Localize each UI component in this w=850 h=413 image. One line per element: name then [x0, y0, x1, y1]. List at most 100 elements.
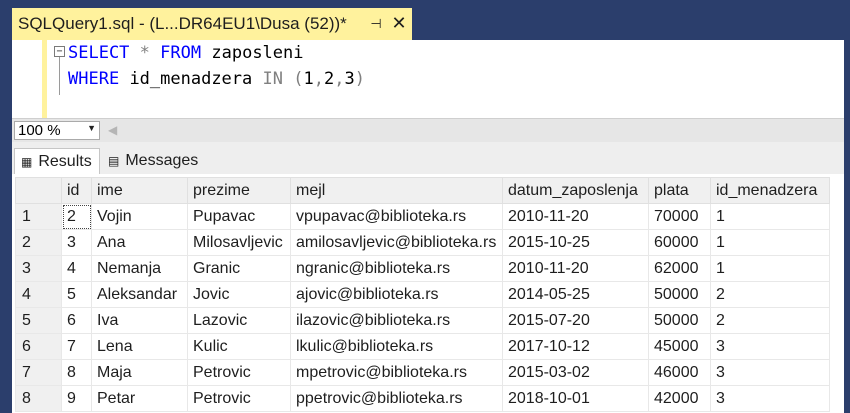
- cell-id[interactable]: 5: [61, 281, 92, 308]
- cell-mejl[interactable]: vpupavac@biblioteka.rs: [290, 203, 503, 230]
- cell-id[interactable]: 7: [61, 333, 92, 360]
- zoom-dropdown[interactable]: 100 % ▼: [14, 121, 100, 140]
- column-header-datum-zaposlenja[interactable]: datum_zaposlenja: [502, 177, 649, 204]
- cell-ime[interactable]: Lena: [91, 333, 188, 360]
- table-row[interactable]: 8 9 Petar Petrovic ppetrovic@biblioteka.…: [15, 385, 830, 412]
- row-number[interactable]: 3: [15, 255, 62, 282]
- cell-prezime[interactable]: Granic: [187, 255, 291, 282]
- cell-mejl[interactable]: mpetrovic@biblioteka.rs: [290, 359, 503, 386]
- cell-id[interactable]: 9: [61, 385, 92, 412]
- document-tab-bar: SQLQuery1.sql - (L...DR64EU1\Dusa (52))*…: [12, 0, 844, 40]
- table-row[interactable]: 5 6 Iva Lazovic ilazovic@biblioteka.rs 2…: [15, 307, 830, 334]
- cell-prezime[interactable]: Jovic: [187, 281, 291, 308]
- table-row[interactable]: 4 5 Aleksandar Jovic ajovic@biblioteka.r…: [15, 281, 830, 308]
- tab-results[interactable]: ▦ Results: [14, 148, 100, 174]
- cell-plata[interactable]: 50000: [648, 281, 711, 308]
- cell-ime[interactable]: Aleksandar: [91, 281, 188, 308]
- cell-id[interactable]: 6: [61, 307, 92, 334]
- column-name: id_menadzera: [129, 69, 253, 89]
- column-header-id[interactable]: id: [61, 177, 92, 204]
- in-value-1: 1: [303, 69, 314, 89]
- tab-messages[interactable]: ▤ Messages: [104, 148, 204, 174]
- cell-plata[interactable]: 62000: [648, 255, 711, 282]
- cell-datum-zaposlenja[interactable]: 2015-07-20: [502, 307, 649, 334]
- cell-mejl[interactable]: ngranic@biblioteka.rs: [290, 255, 503, 282]
- cell-datum-zaposlenja[interactable]: 2015-03-02: [502, 359, 649, 386]
- column-header-id-menadzera[interactable]: id_menadzera: [710, 177, 830, 204]
- grid-corner[interactable]: [15, 177, 62, 204]
- collapse-icon[interactable]: −: [54, 46, 65, 57]
- cell-mejl[interactable]: lkulic@biblioteka.rs: [290, 333, 503, 360]
- column-header-ime[interactable]: ime: [91, 177, 188, 204]
- cell-prezime[interactable]: Kulic: [187, 333, 291, 360]
- cell-prezime[interactable]: Petrovic: [187, 359, 291, 386]
- cell-mejl[interactable]: ppetrovic@biblioteka.rs: [290, 385, 503, 412]
- table-row[interactable]: 1 2 Vojin Pupavac vpupavac@biblioteka.rs…: [15, 203, 830, 230]
- cell-ime[interactable]: Nemanja: [91, 255, 188, 282]
- cell-id[interactable]: 2: [61, 203, 92, 230]
- cell-prezime[interactable]: Lazovic: [187, 307, 291, 334]
- row-number[interactable]: 7: [15, 359, 62, 386]
- cell-datum-zaposlenja[interactable]: 2017-10-12: [502, 333, 649, 360]
- results-table: id ime prezime mejl datum_zaposlenja pla…: [15, 177, 830, 412]
- cell-plata[interactable]: 70000: [648, 203, 711, 230]
- cell-prezime[interactable]: Milosavljevic: [187, 229, 291, 256]
- row-number[interactable]: 5: [15, 307, 62, 334]
- cell-id[interactable]: 8: [61, 359, 92, 386]
- cell-datum-zaposlenja[interactable]: 2014-05-25: [502, 281, 649, 308]
- cell-datum-zaposlenja[interactable]: 2015-10-25: [502, 229, 649, 256]
- cell-ime[interactable]: Iva: [91, 307, 188, 334]
- cell-id-menadzera[interactable]: 1: [710, 255, 830, 282]
- column-header-mejl[interactable]: mejl: [290, 177, 503, 204]
- comma-2: ,: [334, 69, 345, 89]
- cell-mejl[interactable]: amilosavljevic@biblioteka.rs: [290, 229, 503, 256]
- close-icon[interactable]: ✕: [390, 13, 408, 33]
- cell-ime[interactable]: Petar: [91, 385, 188, 412]
- sql-editor[interactable]: − SELECT * FROM zaposleni WHERE id_menad…: [12, 40, 844, 120]
- cell-id[interactable]: 3: [61, 229, 92, 256]
- cell-plata[interactable]: 45000: [648, 333, 711, 360]
- table-row[interactable]: 3 4 Nemanja Granic ngranic@biblioteka.rs…: [15, 255, 830, 282]
- cell-id-menadzera[interactable]: 2: [710, 307, 830, 334]
- column-header-prezime[interactable]: prezime: [187, 177, 291, 204]
- query-tab[interactable]: SQLQuery1.sql - (L...DR64EU1\Dusa (52))*…: [12, 8, 412, 40]
- cell-datum-zaposlenja[interactable]: 2018-10-01: [502, 385, 649, 412]
- row-number[interactable]: 4: [15, 281, 62, 308]
- cell-id-menadzera[interactable]: 1: [710, 229, 830, 256]
- cell-plata[interactable]: 50000: [648, 307, 711, 334]
- cell-prezime[interactable]: Pupavac: [187, 203, 291, 230]
- table-row[interactable]: 6 7 Lena Kulic lkulic@biblioteka.rs 2017…: [15, 333, 830, 360]
- cell-datum-zaposlenja[interactable]: 2010-11-20: [502, 255, 649, 282]
- open-paren: (: [293, 69, 304, 89]
- cell-id-menadzera[interactable]: 3: [710, 359, 830, 386]
- code-line-1: SELECT * FROM zaposleni: [68, 43, 304, 63]
- cell-ime[interactable]: Ana: [91, 229, 188, 256]
- cell-plata[interactable]: 42000: [648, 385, 711, 412]
- chevron-down-icon[interactable]: ▼: [87, 123, 96, 133]
- grid-icon: ▦: [21, 154, 33, 169]
- cell-plata[interactable]: 60000: [648, 229, 711, 256]
- row-number[interactable]: 2: [15, 229, 62, 256]
- cell-id-menadzera[interactable]: 3: [710, 385, 830, 412]
- cell-mejl[interactable]: ilazovic@biblioteka.rs: [290, 307, 503, 334]
- cell-id-menadzera[interactable]: 1: [710, 203, 830, 230]
- cell-ime[interactable]: Vojin: [91, 203, 188, 230]
- star-operator: *: [139, 43, 150, 63]
- cell-mejl[interactable]: ajovic@biblioteka.rs: [290, 281, 503, 308]
- cell-id[interactable]: 4: [61, 255, 92, 282]
- pin-icon[interactable]: ⊣: [367, 15, 385, 33]
- cell-ime[interactable]: Maja: [91, 359, 188, 386]
- row-number[interactable]: 8: [15, 385, 62, 412]
- table-row[interactable]: 2 3 Ana Milosavljevic amilosavljevic@bib…: [15, 229, 830, 256]
- cell-datum-zaposlenja[interactable]: 2010-11-20: [502, 203, 649, 230]
- column-header-plata[interactable]: plata: [648, 177, 711, 204]
- table-row[interactable]: 7 8 Maja Petrovic mpetrovic@biblioteka.r…: [15, 359, 830, 386]
- cell-id-menadzera[interactable]: 2: [710, 281, 830, 308]
- row-number[interactable]: 6: [15, 333, 62, 360]
- cell-plata[interactable]: 46000: [648, 359, 711, 386]
- row-number[interactable]: 1: [15, 203, 62, 230]
- scroll-left-icon[interactable]: ◀: [108, 123, 117, 137]
- cell-prezime[interactable]: Petrovic: [187, 385, 291, 412]
- results-grid[interactable]: id ime prezime mejl datum_zaposlenja pla…: [12, 174, 844, 413]
- cell-id-menadzera[interactable]: 3: [710, 333, 830, 360]
